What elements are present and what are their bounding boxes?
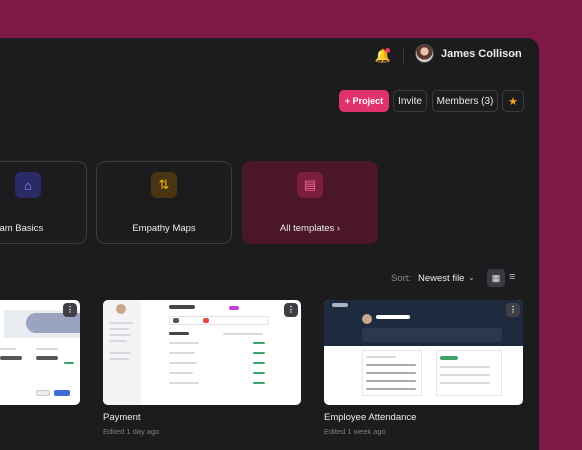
fork-arrows-icon: ⇅ bbox=[151, 172, 177, 198]
divider bbox=[403, 47, 404, 65]
template-label: All templates › bbox=[279, 223, 341, 234]
more-options-button[interactable]: ⋮ bbox=[506, 303, 520, 317]
chevron-down-icon[interactable]: ⌄ bbox=[510, 48, 518, 59]
avatar[interactable] bbox=[415, 44, 434, 63]
project-edited: Edited 1 week ago bbox=[324, 427, 386, 436]
members-button[interactable]: Members (3) bbox=[432, 90, 498, 112]
more-options-button[interactable]: ⋮ bbox=[63, 303, 77, 317]
chevron-down-icon[interactable]: ⌄ bbox=[468, 273, 475, 282]
template-card-empathy-maps[interactable]: ⇅ Empathy Maps bbox=[96, 161, 232, 244]
project-card[interactable]: ⋮ bbox=[0, 300, 80, 405]
list-view-icon[interactable]: ≡ bbox=[509, 271, 515, 283]
main-panel: 🔔 James Collison ⌄ + Project Invite Memb… bbox=[0, 38, 539, 450]
template-label: Empathy Maps bbox=[132, 223, 196, 234]
project-title[interactable]: Employee Attendance bbox=[324, 412, 416, 423]
star-button[interactable]: ★ bbox=[502, 90, 524, 112]
project-title[interactable]: Payment bbox=[103, 412, 141, 423]
droplets-icon: ⌂ bbox=[15, 172, 41, 198]
invite-button[interactable]: Invite bbox=[393, 90, 427, 112]
stack-icon: ▤ bbox=[297, 172, 323, 198]
notification-dot bbox=[385, 48, 390, 53]
add-project-button[interactable]: + Project bbox=[339, 90, 389, 112]
sort-label: Sort: bbox=[391, 273, 412, 284]
project-card[interactable]: ⋮ bbox=[103, 300, 301, 405]
template-card-diagram-basics[interactable]: ⌂ gram Basics bbox=[0, 161, 87, 244]
project-card[interactable]: ⋮ bbox=[324, 300, 523, 405]
more-options-button[interactable]: ⋮ bbox=[284, 303, 298, 317]
template-label: gram Basics bbox=[0, 223, 44, 234]
sort-dropdown[interactable]: Newest file bbox=[418, 273, 464, 284]
grid-view-icon[interactable]: ▦ bbox=[487, 269, 505, 287]
template-card-all-templates[interactable]: ▤ All templates › bbox=[242, 161, 378, 244]
star-icon: ★ bbox=[508, 95, 518, 108]
project-edited: Edited 1 day ago bbox=[103, 427, 160, 436]
